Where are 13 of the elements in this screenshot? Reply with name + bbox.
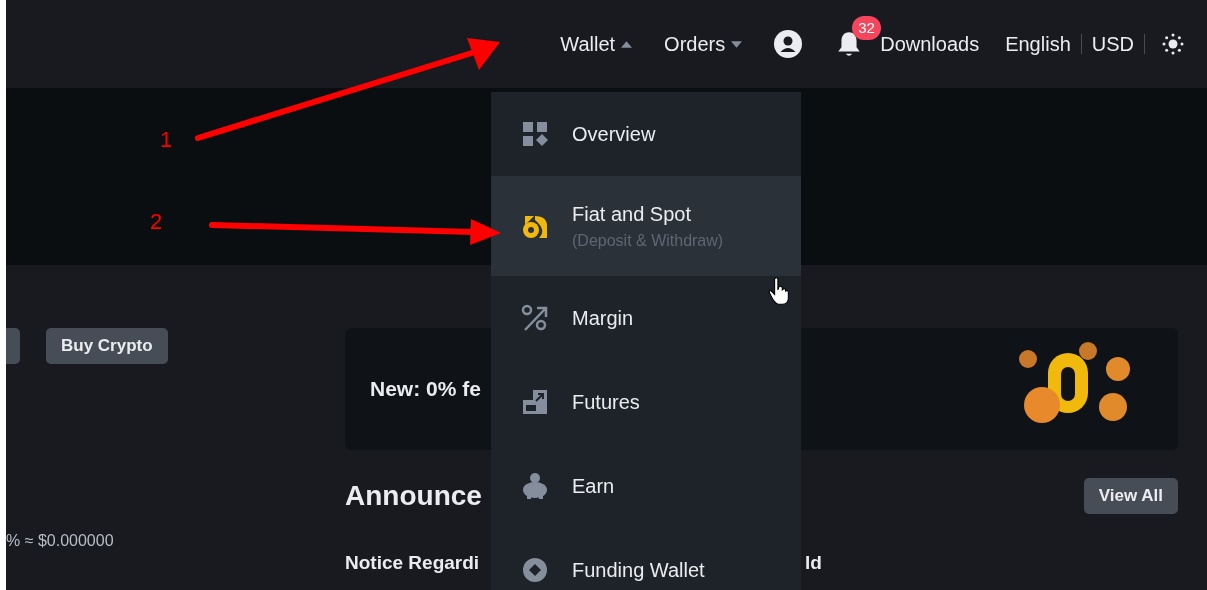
- menu-item-label: Overview: [572, 122, 656, 146]
- annotation-number: 2: [150, 209, 163, 235]
- menu-item-label: Earn: [572, 474, 615, 498]
- announcements-heading: Announce: [345, 480, 482, 512]
- promo-text: New: 0% fe: [370, 377, 481, 401]
- menu-item-sublabel: (Deposit & Withdraw): [572, 231, 724, 250]
- notification-badge: 32: [852, 16, 881, 40]
- balance-text: % ≈ $0.000000: [6, 532, 115, 550]
- menu-item-label: Margin: [572, 306, 634, 330]
- menu-item-label: Fiat and Spot: [572, 202, 692, 226]
- menu-item-label: Futures: [572, 390, 640, 414]
- annotation-number: 1: [160, 127, 173, 153]
- menu-item-label: Funding Wallet: [572, 558, 705, 582]
